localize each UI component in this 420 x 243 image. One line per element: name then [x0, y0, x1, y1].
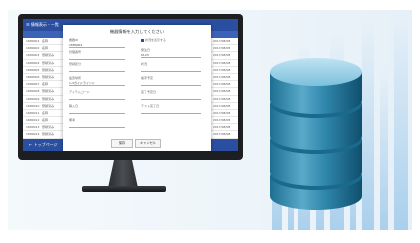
- cell-id: 1680003: [26, 53, 40, 58]
- cell-id: 1680005: [26, 67, 40, 72]
- back-to-top-link[interactable]: ← トップページ: [23, 142, 58, 147]
- field-value: [141, 109, 201, 114]
- cell-id: 1680004: [26, 60, 40, 65]
- app-title: 情報表示 - 一覧: [30, 22, 59, 27]
- menu-icon[interactable]: ☰: [26, 22, 30, 27]
- field-value: [69, 67, 125, 72]
- input-dialog: 機器情報を入力してください 機器ID 1680001 管理番号 登録区分 設置場…: [63, 25, 211, 151]
- cell-date: 2017/08/08: [213, 125, 231, 130]
- save-button[interactable]: 保存: [111, 139, 133, 148]
- field-label: 管理番号: [69, 50, 82, 54]
- cell-id: 1680007: [26, 82, 40, 87]
- field-notes[interactable]: 備考: [69, 118, 125, 128]
- field-value: [69, 123, 125, 128]
- field-register-type[interactable]: 登録区分: [69, 62, 125, 72]
- field-label: 着手予定: [141, 76, 154, 80]
- field-value: [141, 67, 201, 72]
- cell-status: 名称: [42, 46, 49, 51]
- field-label: 備考: [69, 118, 76, 122]
- checkbox-label: 状況を表示する: [145, 38, 167, 42]
- cell-status: 登録済み: [42, 89, 55, 94]
- field-label: 機器ID: [69, 38, 79, 42]
- field-value: [141, 95, 201, 100]
- monitor-base: [82, 186, 166, 192]
- cell-status: 登録済み: [42, 74, 55, 79]
- cell-id: 1680012: [26, 118, 40, 123]
- cell-status: 名称: [42, 82, 49, 87]
- cell-status: 登録済み: [42, 53, 55, 58]
- cell-id: 1680014: [26, 132, 40, 137]
- cell-date: 2017/08/08: [213, 82, 231, 87]
- cell-date: 2017/08/08: [213, 39, 231, 43]
- checkbox-icon[interactable]: [141, 38, 144, 42]
- monitor: ☰ 情報表示 - 一覧 番号 コード 種別 1680001名称2017/08/0…: [18, 14, 243, 160]
- field-value: [141, 81, 201, 86]
- field-location[interactable]: 設置場所 1-3ガイドラインド: [69, 76, 125, 86]
- cell-status: 登録済み: [42, 60, 55, 65]
- dialog-title: 機器情報を入力してください: [109, 29, 165, 34]
- field-label: 設置場所: [69, 76, 82, 80]
- field-value: [69, 95, 125, 100]
- cell-status: 名称: [42, 110, 49, 115]
- field-item-code[interactable]: アイテムコード: [69, 90, 125, 100]
- field-label: 発注日: [141, 48, 151, 52]
- database-icon: [270, 58, 362, 210]
- cell-id: 1680002: [26, 46, 40, 51]
- scene: ☰ 情報表示 - 一覧 番号 コード 種別 1680001名称2017/08/0…: [0, 0, 420, 243]
- cell-date: 2017/08/08: [213, 74, 231, 79]
- field-status[interactable]: 状況: [141, 62, 201, 72]
- cancel-button[interactable]: キャンセル: [135, 139, 161, 148]
- database-layer: [270, 58, 362, 114]
- field-value: 1680001: [69, 43, 125, 48]
- stripe: [394, 15, 408, 230]
- cell-status: 名称: [42, 118, 49, 123]
- field-label: 購入日: [69, 104, 79, 108]
- cell-id: 1680008: [26, 89, 40, 94]
- field-purchase-date[interactable]: 購入日: [69, 104, 125, 114]
- stripe: [380, 70, 388, 230]
- monitor-screen: ☰ 情報表示 - 一覧 番号 コード 種別 1680001名称2017/08/0…: [23, 19, 238, 151]
- cell-date: 2017/08/08: [213, 60, 231, 65]
- field-complete-plan[interactable]: 完了予定日: [141, 90, 201, 100]
- cell-date: 2017/08/08: [213, 46, 231, 51]
- cell-status: 名称: [42, 39, 49, 43]
- cell-status: 登録済み: [42, 125, 55, 130]
- cell-date: 2017/08/08: [213, 132, 231, 137]
- cell-status: 登録済み: [42, 132, 55, 137]
- field-value: 0123: [141, 53, 201, 58]
- field-label: アイテムコード: [69, 90, 90, 94]
- field-manage-number[interactable]: 管理番号: [69, 50, 125, 60]
- cell-date: 2017/08/08: [213, 53, 231, 58]
- show-status-checkbox[interactable]: 状況を表示する: [141, 38, 201, 42]
- cell-id: 1680006: [26, 74, 40, 79]
- cell-id: 1680001: [26, 39, 40, 43]
- cell-id: 1680011: [26, 110, 40, 115]
- field-device-id[interactable]: 機器ID 1680001: [69, 38, 125, 48]
- field-label: 状況: [141, 62, 148, 66]
- cell-date: 2017/08/08: [213, 118, 231, 123]
- cell-status: 登録済み: [42, 67, 55, 72]
- cell-date: 2017/08/08: [213, 96, 231, 101]
- cell-id: 1680009: [26, 96, 40, 101]
- field-order-date[interactable]: 発注日 0123: [141, 48, 201, 58]
- cell-date: 2017/08/08: [213, 67, 231, 72]
- field-value: 1-3ガイドラインド: [69, 81, 125, 86]
- cell-date: 2017/08/08: [213, 89, 231, 94]
- field-test-complete[interactable]: テスト完了日: [141, 104, 201, 114]
- field-label: 登録区分: [69, 62, 82, 66]
- field-value: [69, 55, 125, 60]
- field-value: [69, 109, 125, 114]
- cell-date: 2017/08/08: [213, 110, 231, 115]
- field-label: テスト完了日: [141, 104, 160, 108]
- cell-id: 1680013: [26, 125, 40, 130]
- cell-status: 登録済み: [42, 96, 55, 101]
- database-top: [270, 58, 362, 86]
- cell-date: 2017/08/08: [213, 103, 231, 108]
- field-start-plan[interactable]: 着手予定: [141, 76, 201, 86]
- field-label: 完了予定日: [141, 90, 157, 94]
- cell-status: 登録済み: [42, 103, 55, 108]
- cell-id: 1680010: [26, 103, 40, 108]
